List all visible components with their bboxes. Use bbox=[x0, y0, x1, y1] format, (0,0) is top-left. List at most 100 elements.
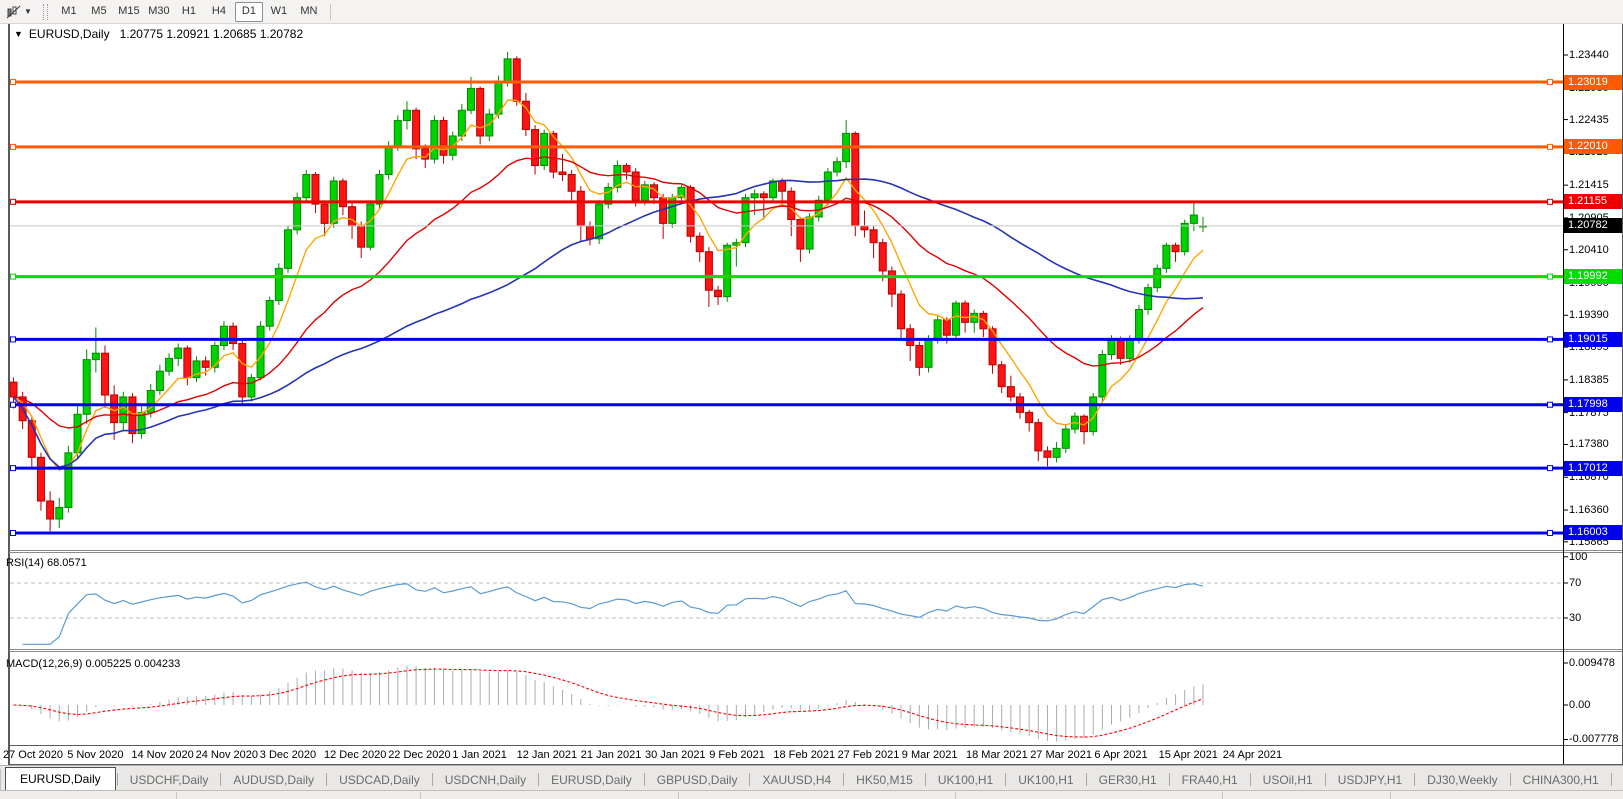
macd-axis-tick: 0.009478 bbox=[1569, 657, 1615, 669]
tab-separator bbox=[116, 772, 118, 786]
chart-tab-UK100H1[interactable]: UK100,H1 bbox=[927, 770, 1004, 791]
chart-tab-HK50M15[interactable]: HK50,M15 bbox=[845, 770, 924, 791]
chart-tab-USDCADDaily[interactable]: USDCAD,Daily bbox=[328, 770, 431, 791]
hline-price-label: 1.21155 bbox=[1564, 194, 1622, 210]
time-axis-label: 18 Mar 2021 bbox=[966, 749, 1028, 761]
tab-separator bbox=[1249, 772, 1251, 786]
time-axis-label: 6 Apr 2021 bbox=[1094, 749, 1148, 761]
time-axis-label: 27 Oct 2020 bbox=[3, 749, 63, 761]
price-axis-tick: 1.17380 bbox=[1569, 438, 1609, 451]
chart-tab-EURUSDDaily[interactable]: EURUSD,Daily bbox=[5, 767, 116, 791]
chart-tab-XAUUSDH4[interactable]: XAUUSD,H4 bbox=[751, 770, 842, 791]
toolbar: ▼ M1 M5 M15 M30 H1 H4 D1 W1 MN bbox=[0, 0, 1623, 24]
timeframe-button-H4[interactable]: H4 bbox=[205, 2, 233, 22]
tab-separator bbox=[643, 772, 645, 786]
time-axis-label: 30 Jan 2021 bbox=[645, 749, 706, 761]
time-axis-label: 22 Dec 2020 bbox=[388, 749, 451, 761]
rsi-axis-tick: 100 bbox=[1569, 550, 1588, 563]
time-axis-label: 3 Dec 2020 bbox=[259, 749, 317, 761]
chart-symbol-label: EURUSD,Daily bbox=[28, 27, 110, 41]
chart-tab-USDCHFDaily[interactable]: USDCHF,Daily bbox=[119, 770, 220, 791]
toolbar-separator bbox=[329, 3, 331, 20]
chart-tab-USOilH1[interactable]: USOil,H1 bbox=[1252, 770, 1324, 791]
chart-ohlc-values: 1.20775 1.20921 1.20685 1.20782 bbox=[119, 27, 304, 41]
time-axis-label: 9 Mar 2021 bbox=[901, 749, 958, 761]
hline-price-label: 1.22010 bbox=[1564, 139, 1622, 155]
price-axis-tick: 1.16360 bbox=[1569, 504, 1609, 517]
tab-separator bbox=[1610, 772, 1612, 786]
chart-tab-CHINA300H1[interactable]: CHINA300,H1 bbox=[1512, 770, 1610, 791]
chart-tab-FRA40H1[interactable]: FRA40,H1 bbox=[1171, 770, 1249, 791]
time-axis-label: 27 Mar 2021 bbox=[1030, 749, 1092, 761]
tab-separator bbox=[326, 772, 328, 786]
chart-tab-GER30H1[interactable]: GER30,H1 bbox=[1088, 770, 1168, 791]
tab-separator bbox=[1005, 772, 1007, 786]
hline-price-label: 1.17998 bbox=[1564, 397, 1622, 413]
time-axis-label: 24 Apr 2021 bbox=[1222, 749, 1283, 761]
time-axis-label: 21 Jan 2021 bbox=[580, 749, 642, 761]
chart-tab-DJ30Weekly[interactable]: DJ30,Weekly bbox=[1416, 770, 1508, 791]
rsi-axis-tick: 70 bbox=[1569, 577, 1582, 589]
chart-tab-EURUSDDaily[interactable]: EURUSD,Daily bbox=[540, 770, 643, 791]
macd-axis-tick: 0.00 bbox=[1569, 699, 1591, 711]
price-axis-tick: 1.21415 bbox=[1569, 179, 1609, 192]
price-axis-tick: 1.20410 bbox=[1569, 243, 1609, 256]
current-price-label: 1.20782 bbox=[1564, 218, 1622, 234]
hline-price-label: 1.23019 bbox=[1564, 74, 1622, 90]
chart-tab-AUDUSDDaily[interactable]: AUDUSD,Daily bbox=[222, 770, 325, 791]
toolbar-grip bbox=[42, 3, 48, 20]
hline-price-label: 1.19015 bbox=[1564, 331, 1622, 347]
time-axis-label: 15 Apr 2021 bbox=[1158, 749, 1218, 761]
tab-separator bbox=[431, 772, 433, 786]
hline-price-label: 1.17012 bbox=[1564, 460, 1622, 476]
timeframe-button-M30[interactable]: M30 bbox=[145, 2, 173, 22]
time-axis-label: 1 Jan 2021 bbox=[452, 749, 507, 761]
tab-separator bbox=[749, 772, 751, 786]
tab-separator bbox=[1414, 772, 1416, 786]
dropdown-caret-icon: ▼ bbox=[24, 7, 32, 16]
timeframe-button-M5[interactable]: M5 bbox=[85, 2, 113, 22]
tab-separator bbox=[538, 772, 540, 786]
chart-tab-USDCNHDaily[interactable]: USDCNH,Daily bbox=[434, 770, 537, 791]
time-axis-label: 12 Jan 2021 bbox=[516, 749, 578, 761]
timeframe-button-W1[interactable]: W1 bbox=[265, 2, 293, 22]
hline-price-label: 1.16003 bbox=[1564, 525, 1622, 541]
time-axis-label: 27 Feb 2021 bbox=[837, 749, 900, 761]
tab-separator bbox=[1324, 772, 1326, 786]
price-axis-tick: 1.23440 bbox=[1569, 49, 1609, 61]
chart-title: ▼ EURUSD,Daily 1.20775 1.20921 1.20685 1… bbox=[14, 27, 303, 41]
timeframe-button-M15[interactable]: M15 bbox=[115, 2, 143, 22]
tab-separator bbox=[220, 772, 222, 786]
tab-separator bbox=[924, 772, 926, 786]
hline-price-label: 1.19992 bbox=[1564, 269, 1622, 285]
timeframe-button-MN[interactable]: MN bbox=[295, 2, 323, 22]
chart-tab-USDJPYH1[interactable]: USDJPY,H1 bbox=[1327, 770, 1413, 791]
rsi-axis-tick: 30 bbox=[1569, 612, 1582, 624]
chart-tab-GBPUSDDaily[interactable]: GBPUSD,Daily bbox=[646, 770, 749, 791]
timeframe-button-H1[interactable]: H1 bbox=[175, 2, 203, 22]
time-axis-label: 24 Nov 2020 bbox=[195, 749, 258, 761]
chart-cursor-icon bbox=[6, 5, 21, 18]
chart-tab-U[interactable]: U bbox=[1613, 770, 1623, 791]
price-axis-tick: 1.22435 bbox=[1569, 113, 1609, 126]
chart-tab-bar: EURUSD,Daily USDCHF,Daily AUDUSD,Daily USDC… bbox=[0, 765, 1623, 791]
chart-cursor-tool-button[interactable]: ▼ bbox=[3, 2, 35, 21]
chart-tab-UK100H1[interactable]: UK100,H1 bbox=[1007, 770, 1084, 791]
collapse-chart-icon[interactable]: ▼ bbox=[14, 29, 23, 39]
macd-pane-label: MACD(12,26,9) 0.005225 0.004233 bbox=[6, 658, 181, 670]
tab-separator bbox=[1168, 772, 1170, 786]
time-axis-label: 12 Dec 2020 bbox=[324, 749, 387, 761]
rsi-pane-label: RSI(14) 68.0571 bbox=[6, 557, 87, 569]
timeframe-button-D1[interactable]: D1 bbox=[234, 1, 263, 22]
tab-separator bbox=[843, 772, 845, 786]
macd-axis-tick: -0.007778 bbox=[1569, 733, 1619, 746]
time-axis-label: 5 Nov 2020 bbox=[67, 749, 124, 761]
time-axis-label: 9 Feb 2021 bbox=[709, 749, 765, 761]
time-axis-label: 18 Feb 2021 bbox=[773, 749, 836, 761]
chart-canvas[interactable] bbox=[0, 0, 1623, 798]
time-axis-label: 14 Nov 2020 bbox=[131, 749, 194, 761]
tab-separator bbox=[1509, 772, 1511, 786]
price-axis-tick: 1.18385 bbox=[1569, 373, 1609, 386]
timeframe-button-M1[interactable]: M1 bbox=[55, 2, 83, 22]
tab-separator bbox=[1085, 772, 1087, 786]
